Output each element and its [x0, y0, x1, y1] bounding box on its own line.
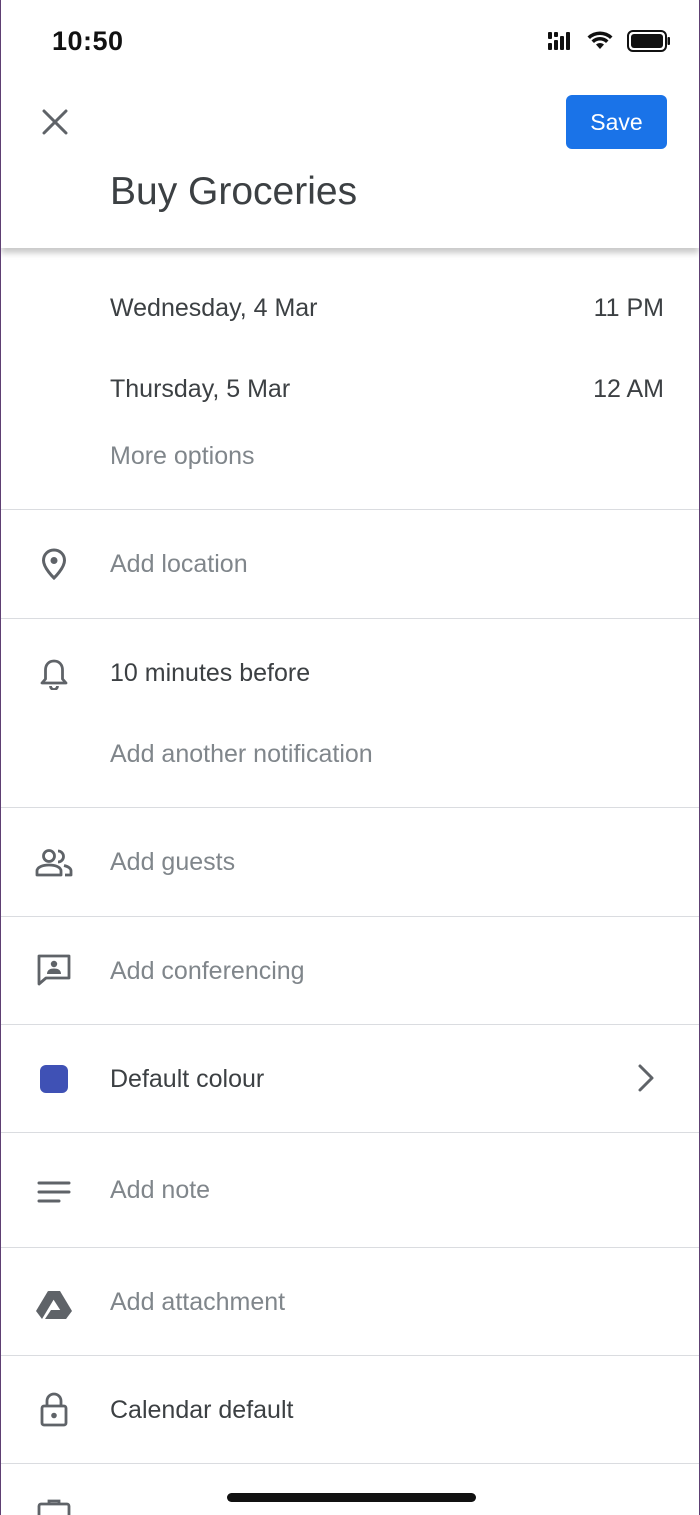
- battery-icon: [627, 30, 671, 57]
- close-button[interactable]: [31, 98, 79, 146]
- start-datetime-row[interactable]: Wednesday, 4 Mar 11 PM: [1, 264, 699, 345]
- add-attachment-label: Add attachment: [110, 1288, 286, 1316]
- add-notification-link[interactable]: Add another notification: [110, 740, 373, 769]
- chevron-right-icon: [637, 1063, 655, 1098]
- conferencing-row[interactable]: Add conferencing: [1, 917, 699, 1025]
- briefcase-icon: [35, 1494, 73, 1515]
- colour-swatch: [35, 1060, 73, 1098]
- guests-row[interactable]: Add guests: [1, 808, 699, 916]
- add-conferencing-label: Add conferencing: [110, 957, 305, 985]
- visibility-label: Calendar default: [110, 1396, 294, 1424]
- visibility-row[interactable]: Calendar default: [1, 1356, 699, 1464]
- notification-item[interactable]: 10 minutes before: [110, 659, 310, 688]
- status-bar: 10:50: [1, 0, 699, 84]
- people-icon: [35, 844, 73, 882]
- notes-icon: [35, 1173, 73, 1211]
- status-time: 10:50: [52, 26, 124, 56]
- bell-icon: [35, 655, 73, 693]
- end-date[interactable]: Thursday, 5 Mar: [110, 375, 290, 404]
- add-guests-label: Add guests: [110, 848, 236, 876]
- event-title[interactable]: Buy Groceries: [110, 170, 357, 214]
- attachment-row[interactable]: Add attachment: [1, 1248, 699, 1356]
- lock-icon: [35, 1390, 73, 1428]
- colour-label: Default colour: [110, 1065, 265, 1093]
- status-icons: [547, 30, 671, 57]
- note-row[interactable]: Add note: [1, 1133, 699, 1247]
- add-note-label: Add note: [110, 1176, 211, 1204]
- notification-section: 10 minutes before Add another notificati…: [1, 619, 699, 807]
- availability-row[interactable]: [1, 1464, 699, 1515]
- drive-icon: [35, 1286, 73, 1324]
- cellular-signal-icon: [547, 31, 573, 56]
- location-row[interactable]: Add location: [1, 510, 699, 618]
- end-time[interactable]: 12 AM: [593, 375, 664, 404]
- end-datetime-row[interactable]: Thursday, 5 Mar 12 AM: [1, 345, 699, 426]
- close-icon: [42, 109, 68, 135]
- save-button[interactable]: Save: [566, 95, 667, 149]
- app-frame: 10:50 Save Buy Groceries Wednesday, 4 Ma…: [0, 0, 700, 1515]
- add-location-label: Add location: [110, 550, 248, 578]
- home-indicator: [227, 1493, 476, 1502]
- more-options-link[interactable]: More options: [110, 442, 255, 471]
- start-time[interactable]: 11 PM: [594, 294, 664, 323]
- conferencing-icon: [35, 951, 73, 989]
- location-pin-icon: [35, 545, 73, 583]
- event-header: 10:50 Save Buy Groceries: [1, 0, 699, 248]
- wifi-icon: [587, 31, 613, 56]
- colour-row[interactable]: Default colour: [1, 1025, 699, 1133]
- start-date[interactable]: Wednesday, 4 Mar: [110, 294, 318, 323]
